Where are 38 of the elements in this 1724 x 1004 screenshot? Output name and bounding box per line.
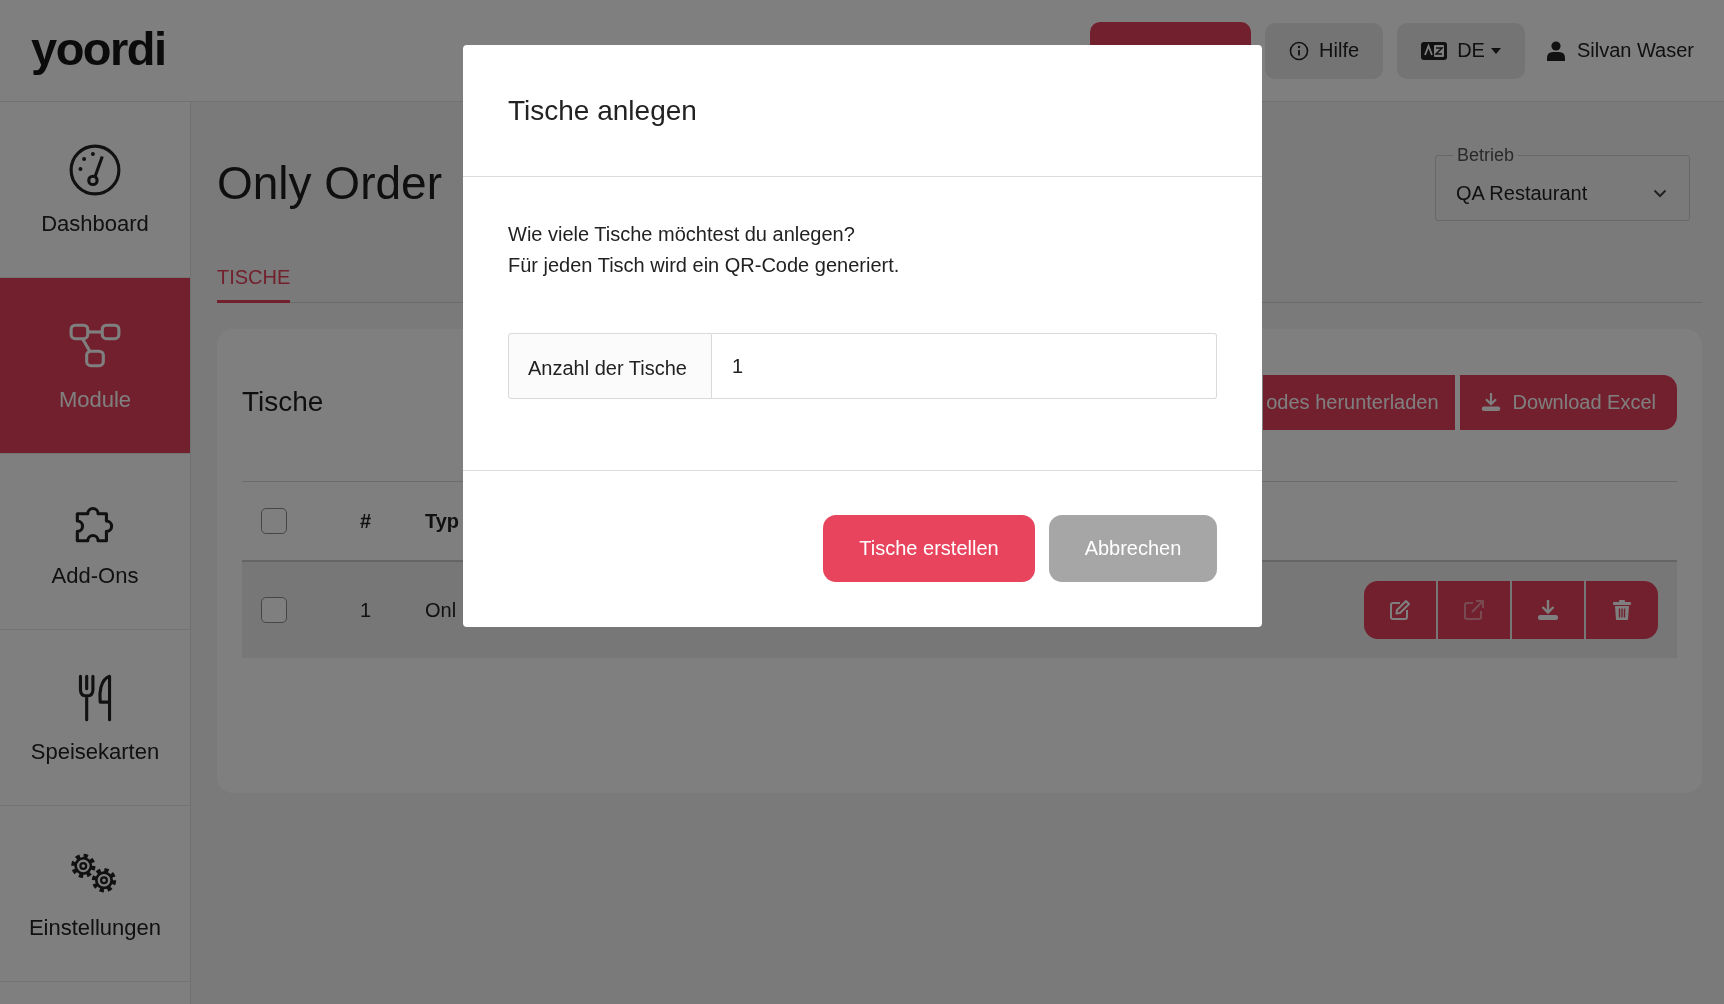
modal-title: Tische anlegen [508,94,697,127]
field-label: Anzahl der Tische [508,333,712,399]
select-label: Betrieb [1456,145,1516,166]
table-cell: Onl [425,598,457,622]
help-button[interactable]: Hilfe [1265,22,1384,79]
user-name: Silvan Waser [1576,39,1694,62]
sidebar-item[interactable]: Module [0,278,190,454]
info-icon [1289,40,1310,61]
language-dropdown[interactable]: DE [1397,22,1525,79]
modal-text: Für jeden Tisch wird ein QR-Code generiert. [508,253,901,278]
download-button[interactable] [1512,581,1584,639]
business-select[interactable]: Betrieb QA Restaurant [1435,145,1690,221]
open-button[interactable] [1438,581,1510,639]
checkbox[interactable] [261,508,287,534]
download-excel-button[interactable]: Download Excel [1459,374,1677,430]
sidebar-item[interactable]: Einstellungen [0,806,190,982]
create-button[interactable]: Tische erstellen [823,515,1035,582]
delete-button[interactable] [1586,581,1658,639]
language-icon [1421,41,1448,60]
header-button[interactable] [1090,22,1252,45]
caret-icon [1490,47,1501,54]
modal-text: Wie viele Tische möchtest du anlegen? [508,222,856,247]
user-icon [1546,40,1565,61]
column-header: Typ [425,509,460,533]
sidebar-item[interactable]: Speisekarten [0,630,190,806]
edit-button[interactable] [1364,581,1436,639]
column-header: # [360,509,372,533]
download-codes-button[interactable]: odes herunterladen [1263,374,1455,430]
card-title: Tische [242,386,324,418]
chevron-down-icon [1653,188,1667,198]
tab[interactable]: TISCHE [217,256,291,303]
sidebar-item[interactable]: Add-Ons [0,454,190,630]
download-icon [1480,392,1501,412]
cancel-button[interactable]: Abbrechen [1049,515,1217,582]
table-cell: 1 [360,598,372,622]
gauge-icon [68,142,122,197]
table-count-input[interactable]: 1 [712,333,1217,399]
checkbox[interactable] [261,597,287,623]
